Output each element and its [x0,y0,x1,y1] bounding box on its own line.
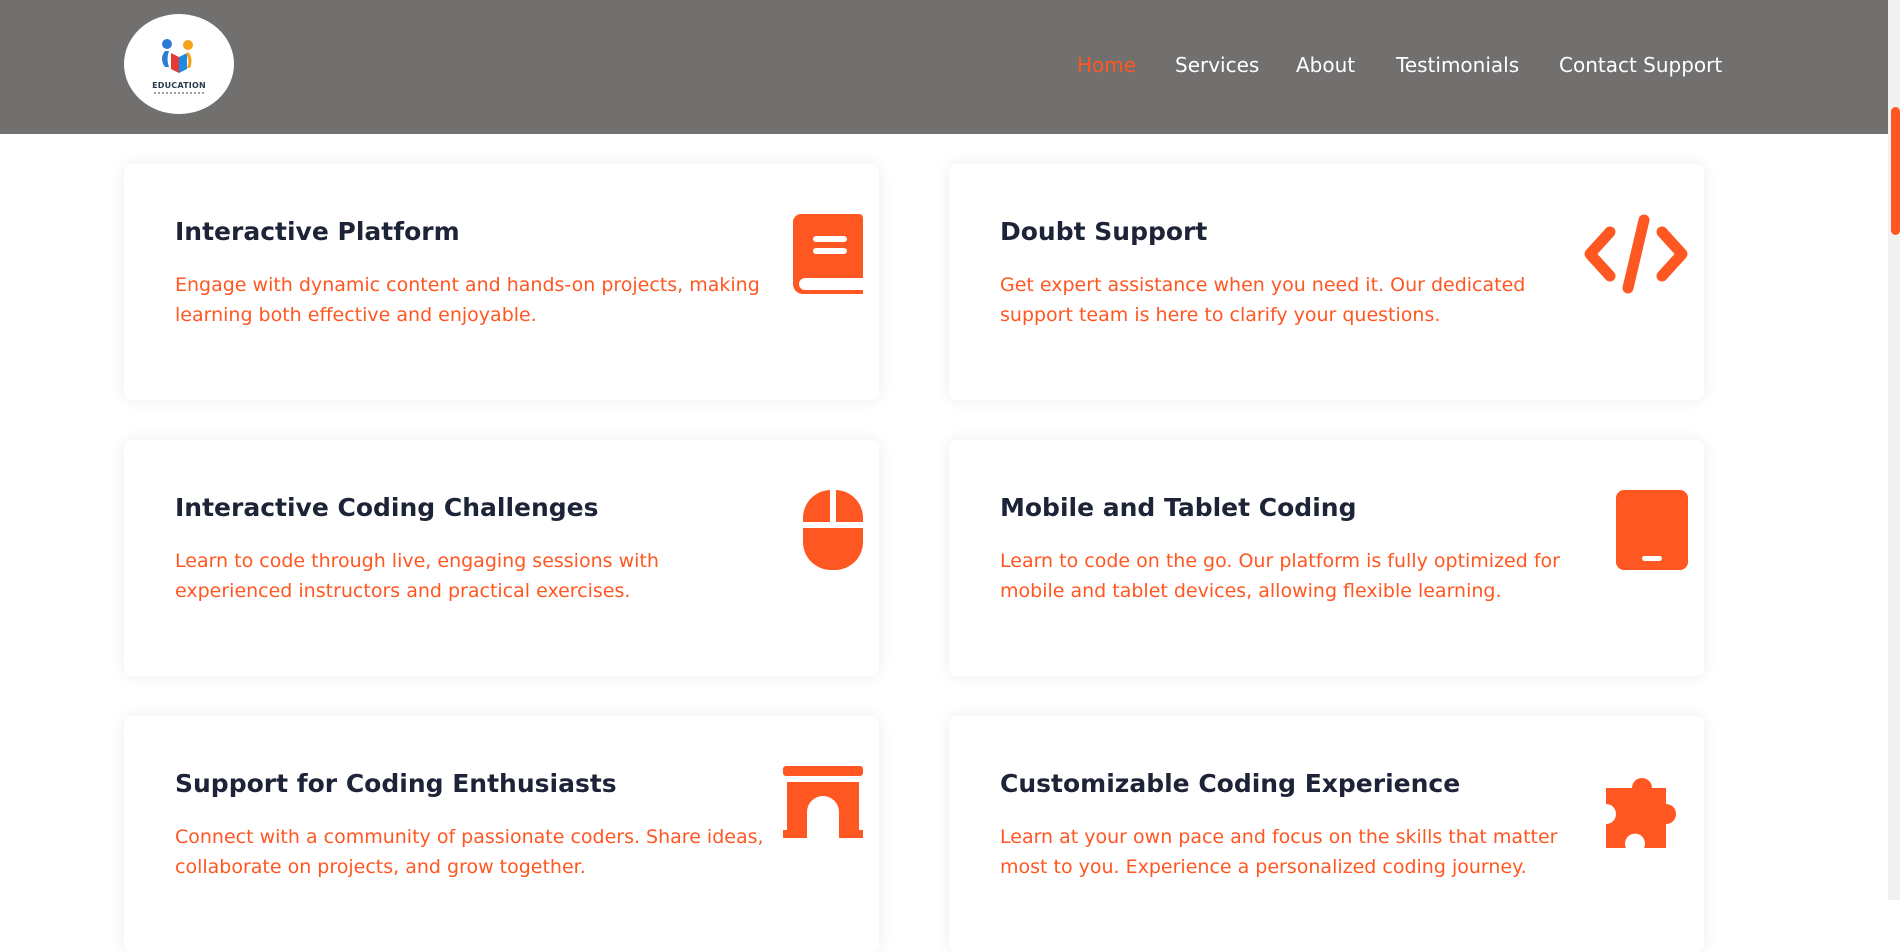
scrollbar-thumb[interactable] [1891,107,1900,235]
feature-card-mobile-tablet-coding: Mobile and Tablet Coding Learn to code o… [949,440,1704,676]
feature-card-doubt-support: Doubt Support Get expert assistance when… [949,164,1704,400]
code-icon [1584,214,1688,294]
feature-description: Learn at your own pace and focus on the … [1000,826,1558,878]
feature-description: Engage with dynamic content and hands-on… [175,274,760,326]
book-icon [793,214,863,294]
feature-card-interactive-platform: Interactive Platform Engage with dynamic… [124,164,879,400]
feature-description: Connect with a community of passionate c… [175,826,764,878]
feature-description: Get expert assistance when you need it. … [1000,274,1526,326]
puzzle-piece-icon [1606,766,1688,848]
feature-title: Support for Coding Enthusiasts [175,769,617,798]
feature-title: Customizable Coding Experience [1000,769,1461,798]
feature-description: Learn to code on the go. Our platform is… [1000,550,1560,602]
mouse-icon [803,490,863,570]
nav-item-about[interactable]: About [1296,50,1355,80]
feature-card-support-coding-enthusiasts: Support for Coding Enthusiasts Connect w… [124,716,879,952]
feature-card-interactive-coding-challenges: Interactive Coding Challenges Learn to c… [124,440,879,676]
nav-item-services[interactable]: Services [1175,50,1259,80]
feature-title: Mobile and Tablet Coding [1000,493,1357,522]
site-header: EDUCATION Home Services About Testimonia… [0,0,1888,134]
nav-item-testimonials[interactable]: Testimonials [1396,50,1519,80]
logo-tagline-decoration [154,91,204,94]
feature-title: Interactive Coding Challenges [175,493,599,522]
feature-title: Doubt Support [1000,217,1208,246]
logo-text: EDUCATION [152,80,206,90]
feature-description: Learn to code through live, engaging ses… [175,550,659,602]
feature-title: Interactive Platform [175,217,460,246]
main-nav: Home Services About Testimonials Contact… [0,50,1888,80]
feature-card-customizable-coding-experience: Customizable Coding Experience Learn at … [949,716,1704,952]
archway-icon [783,766,863,838]
tablet-icon [1616,490,1688,570]
nav-item-home[interactable]: Home [1077,50,1136,80]
page-scrollbar[interactable] [1888,0,1900,900]
nav-item-contact-support[interactable]: Contact Support [1559,50,1722,80]
